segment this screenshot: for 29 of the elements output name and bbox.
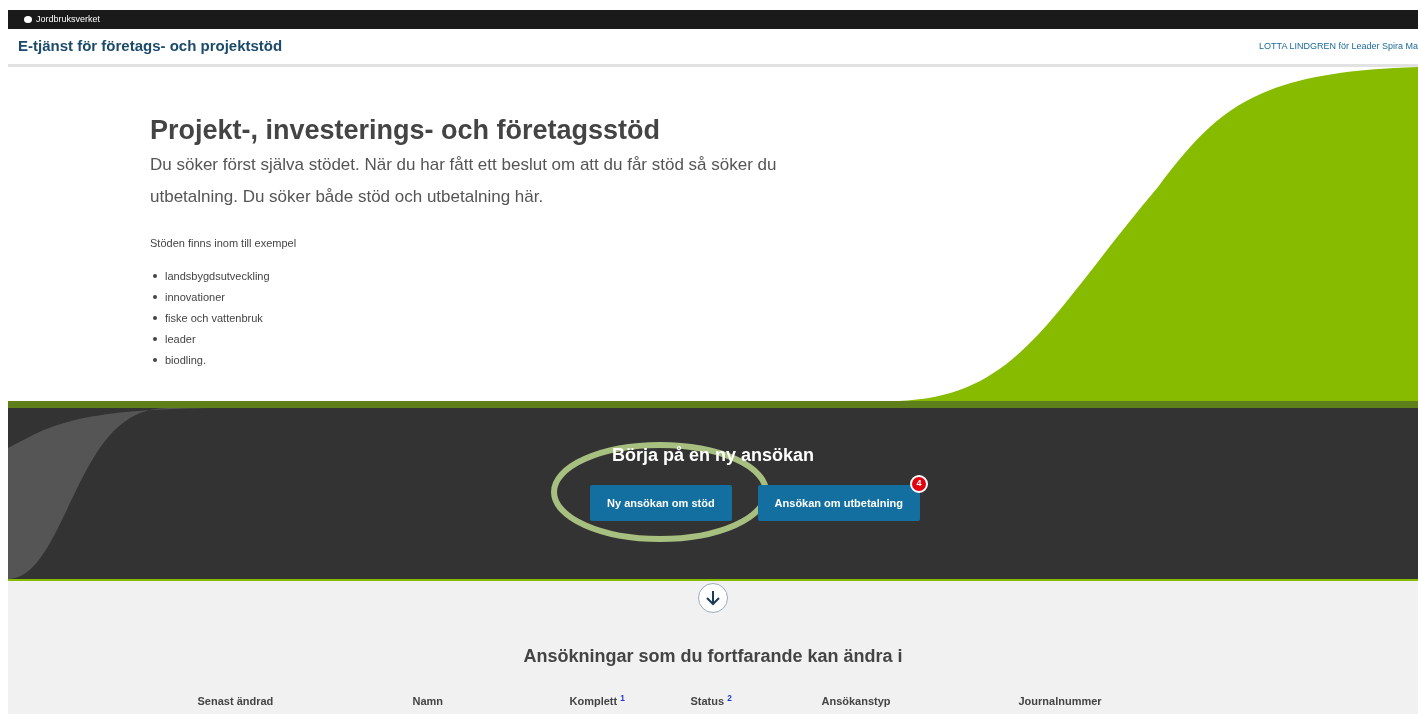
- bullet-icon: [153, 295, 157, 299]
- user-link[interactable]: LOTTA LINDGREN för Leader Spira Ma: [1259, 39, 1418, 54]
- list-item: landsbygdsutveckling: [165, 268, 270, 284]
- column-header: Journalnummer: [1018, 695, 1102, 707]
- count-badge: 4: [909, 475, 928, 493]
- list-item: leader: [165, 331, 196, 347]
- logo-icon: [24, 16, 32, 23]
- hero-title: Projekt-, investerings- och företagsstöd: [150, 114, 662, 147]
- arrow-down-icon: [706, 590, 720, 606]
- column-header: Namn: [412, 695, 444, 707]
- service-title: E-tjänst för företags- och projektstöd: [18, 36, 283, 57]
- primary-button[interactable]: Ansökan om utbetalning: [757, 485, 920, 521]
- section-title: Ansökningar som du fortfarande kan ändra i: [523, 645, 903, 668]
- list-item: biodling.: [165, 352, 206, 368]
- column-header: Komplett $^{1}$: [569, 695, 625, 707]
- list-item: fiske och vattenbruk: [165, 310, 263, 326]
- list-item: innovationer: [165, 289, 225, 305]
- bullet-icon: [153, 274, 157, 278]
- primary-button[interactable]: Ny ansökan om stöd: [590, 485, 732, 521]
- bullet-icon: [153, 358, 157, 362]
- hero-lead: Du söker först själva stödet. När du har fått ett beslut om att du får stöd så söker du utbetalning. Du söker både stöd och utbetalning här.: [150, 154, 778, 208]
- column-header: Ansökanstyp: [821, 695, 891, 707]
- intro-text: Stöden finns inom till exempel: [150, 236, 298, 251]
- column-header: Senast ändrad: [197, 695, 274, 707]
- bullet-icon: [153, 316, 157, 320]
- column-header: Status $^{2}$: [690, 695, 732, 707]
- brand-name: Jordbruksverket: [36, 12, 101, 26]
- bullet-icon: [153, 337, 157, 341]
- scroll-down-button[interactable]: [698, 583, 728, 613]
